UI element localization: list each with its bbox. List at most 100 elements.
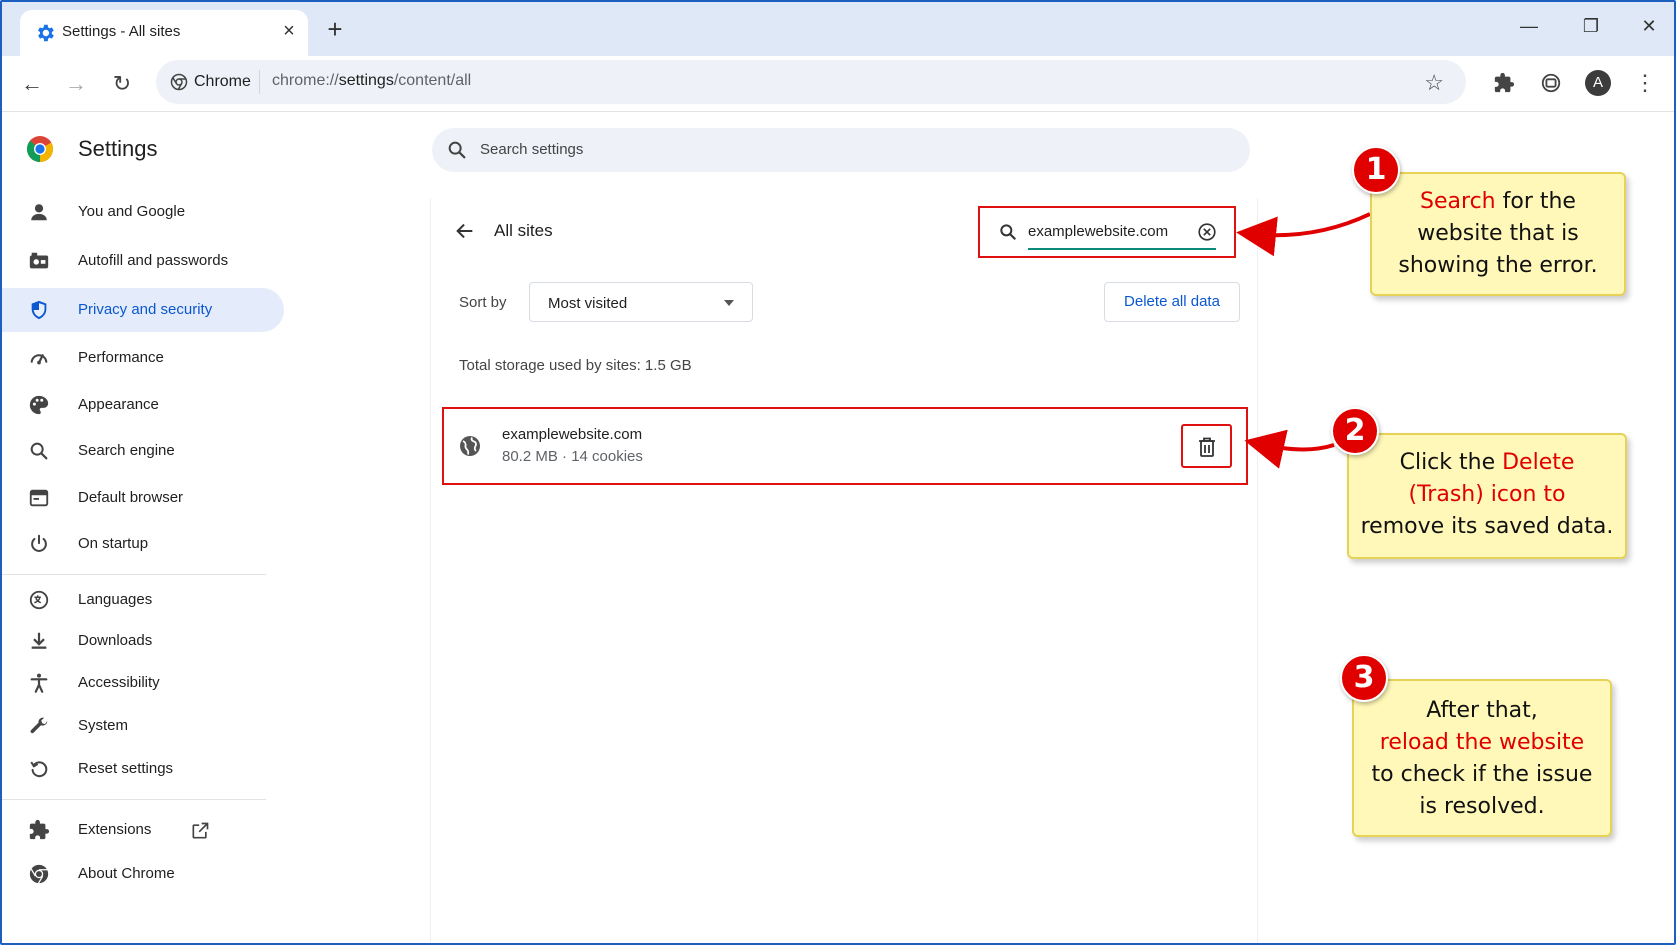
sidebar-item-privacy-and-security[interactable]: Privacy and security: [2, 288, 284, 332]
close-tab-icon[interactable]: ×: [278, 20, 300, 42]
globe-icon: [460, 436, 480, 456]
callout-2-highlight: Delete: [1502, 450, 1575, 475]
search-placeholder: Search settings: [480, 141, 584, 158]
callout-1-highlight: Search: [1420, 189, 1496, 214]
media-control-icon[interactable]: [1536, 68, 1566, 98]
address-bar[interactable]: Chrome chrome://settings/content/all ☆: [156, 60, 1466, 104]
sort-value: Most visited: [548, 295, 628, 312]
sidebar-item-label: Downloads: [78, 632, 153, 649]
delete-all-data-button[interactable]: Delete all data: [1104, 282, 1240, 322]
sidebar-item-appearance[interactable]: Appearance: [2, 383, 284, 427]
sidebar-item-reset-settings[interactable]: Reset settings: [2, 747, 284, 791]
site-search-value: examplewebsite.com: [1028, 223, 1169, 240]
sidebar-item-downloads[interactable]: Downloads: [2, 619, 284, 663]
sidebar-item-default-browser[interactable]: Default browser: [2, 476, 284, 520]
sidebar-item-about-chrome[interactable]: About Chrome: [2, 852, 284, 896]
tab-settings[interactable]: Settings - All sites ×: [20, 10, 308, 56]
sidebar-item-label: About Chrome: [78, 865, 175, 882]
new-tab-button[interactable]: +: [322, 16, 348, 42]
sidebar-item-languages[interactable]: Languages: [2, 578, 284, 622]
shield-icon: [31, 300, 47, 320]
sidebar-item-you-and-google[interactable]: You and Google: [2, 190, 284, 234]
callout-1-line3: showing the error.: [1398, 253, 1598, 278]
chrome-icon: [170, 73, 188, 91]
sidebar-item-accessibility[interactable]: Accessibility: [2, 661, 284, 705]
sidebar-item-extensions[interactable]: Extensions: [2, 808, 284, 852]
search-settings-input[interactable]: Search settings: [432, 128, 1250, 172]
site-usage: 80.2 MB · 14 cookies: [502, 448, 643, 465]
sidebar-item-label: Search engine: [78, 442, 175, 459]
site-row[interactable]: examplewebsite.com 80.2 MB · 14 cookies: [442, 407, 1248, 485]
delete-site-button[interactable]: [1181, 424, 1232, 468]
sidebar-item-label: Appearance: [78, 396, 159, 413]
step-badge-3: 3: [1340, 654, 1388, 702]
tab-title: Settings - All sites: [62, 23, 181, 40]
sidebar-item-label: Accessibility: [78, 674, 160, 691]
sidebar-item-label: Default browser: [78, 489, 184, 506]
sidebar-item-search-engine[interactable]: Search engine: [2, 429, 284, 473]
arrow-1: [1236, 212, 1371, 257]
url-text[interactable]: chrome://settings/content/all: [272, 72, 471, 90]
arrow-2: [1244, 429, 1335, 469]
callout-step-3: After that, reload the website to check …: [1352, 679, 1612, 837]
callout-1-line2: website that is: [1417, 221, 1579, 246]
callout-3-line3: to check if the issue: [1371, 762, 1593, 787]
browser-window-icon: [29, 489, 49, 507]
sidebar-item-system[interactable]: System: [2, 704, 284, 748]
back-button[interactable]: ←: [16, 68, 48, 100]
forward-button[interactable]: →: [60, 68, 92, 100]
wrench-icon: [30, 717, 48, 734]
sidebar-item-label: Performance: [78, 349, 164, 366]
callout-1-text: for the: [1495, 189, 1576, 214]
palette-icon: [29, 395, 49, 415]
sidebar-item-autofill[interactable]: Autofill and passwords: [2, 239, 284, 283]
callout-2-line3: remove its saved data.: [1360, 514, 1614, 539]
sort-dropdown[interactable]: Most visited: [529, 282, 753, 322]
search-icon: [30, 442, 48, 460]
callout-3-line1: After that,: [1426, 698, 1538, 723]
chevron-down-icon: [724, 300, 734, 306]
bookmark-star-icon[interactable]: ☆: [1424, 70, 1444, 96]
clear-search-icon[interactable]: [1196, 221, 1218, 243]
puzzle-icon: [29, 819, 50, 840]
sidebar-item-on-startup[interactable]: On startup: [2, 522, 284, 566]
url-prefix: chrome://: [272, 72, 339, 89]
site-search-input[interactable]: examplewebsite.com: [978, 206, 1236, 258]
extensions-puzzle-icon[interactable]: [1489, 68, 1519, 98]
profile-avatar[interactable]: A: [1585, 70, 1611, 96]
search-icon: [1000, 224, 1016, 240]
person-icon: [31, 204, 47, 221]
callout-2-text: Click the: [1399, 450, 1503, 475]
sidebar-divider: [2, 799, 266, 800]
reset-icon: [30, 761, 48, 778]
download-icon: [31, 632, 47, 649]
more-menu-icon[interactable]: ⋮: [1630, 68, 1660, 98]
callout-2-line2: (Trash) icon to: [1408, 482, 1566, 507]
restore-button[interactable]: ❐: [1576, 12, 1606, 40]
url-host: settings: [338, 72, 394, 89]
sidebar-item-label: Extensions: [78, 821, 152, 838]
sidebar-item-label: You and Google: [78, 203, 186, 220]
settings-title: Settings: [78, 136, 158, 161]
sidebar-item-performance[interactable]: Performance: [2, 336, 284, 380]
focus-underline: [1028, 248, 1216, 250]
settings-gear-icon: [38, 24, 54, 42]
callout-step-2: Click the Delete (Trash) icon to remove …: [1347, 433, 1627, 559]
sidebar-item-label: On startup: [78, 535, 149, 552]
sidebar-item-label: Privacy and security: [78, 301, 213, 318]
translate-icon: [29, 590, 49, 610]
trash-icon: [1199, 437, 1215, 457]
back-arrow-icon[interactable]: [454, 220, 476, 242]
minimize-button[interactable]: —: [1514, 12, 1544, 40]
browser-toolbar: ← → ↻ Chrome chrome://settings/content/a…: [2, 56, 1674, 112]
reload-button[interactable]: ↻: [106, 68, 138, 100]
chrome-logo-icon: [26, 136, 54, 163]
close-window-button[interactable]: ✕: [1634, 12, 1664, 40]
external-link-icon[interactable]: [190, 821, 210, 841]
search-icon: [448, 141, 466, 159]
sort-label: Sort by: [459, 294, 507, 311]
omnibox-chip[interactable]: Chrome: [170, 71, 251, 93]
power-icon: [31, 534, 47, 552]
total-storage-text: Total storage used by sites: 1.5 GB: [459, 357, 692, 374]
site-name: examplewebsite.com: [502, 426, 643, 443]
